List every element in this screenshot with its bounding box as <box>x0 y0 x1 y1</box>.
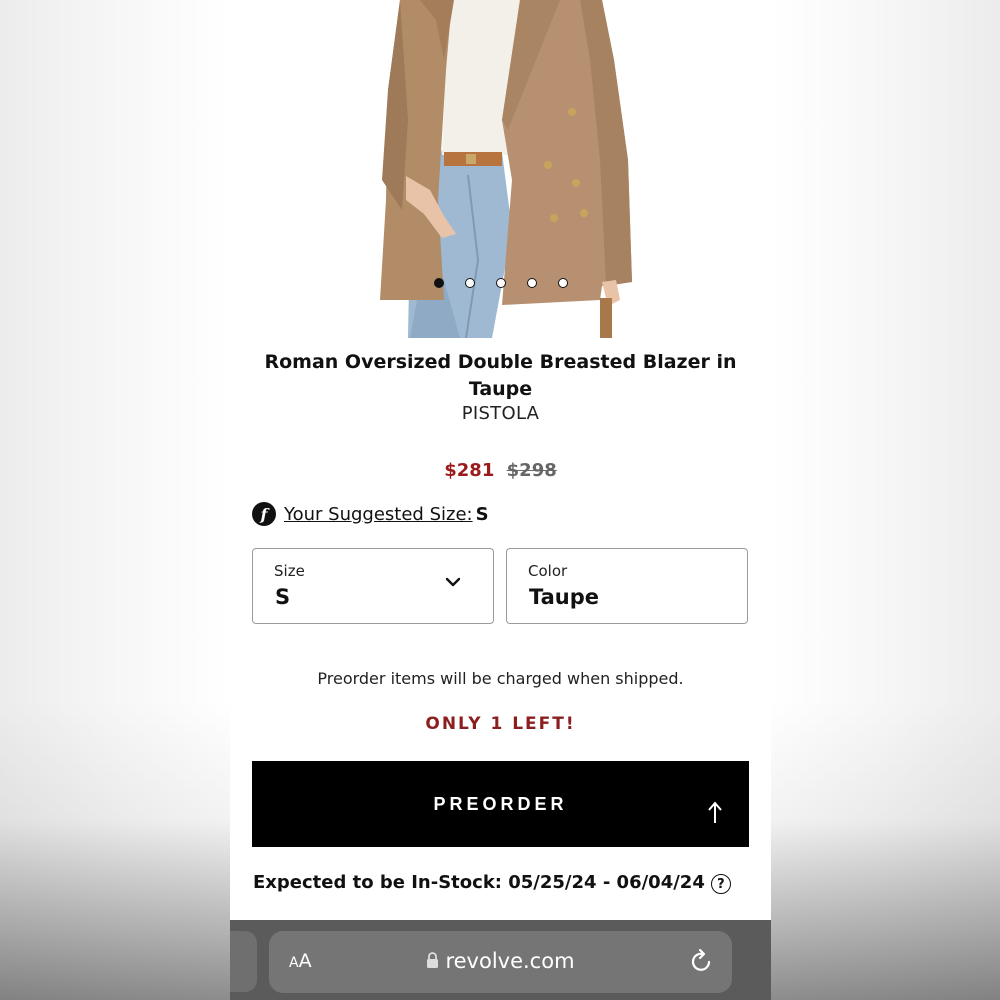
suggested-size-value: S <box>475 503 489 525</box>
carousel-dot-4[interactable] <box>526 278 537 288</box>
arrow-up-icon <box>708 801 722 823</box>
in-stock-date: Expected to be In-Stock: 05/25/24 - 06/0… <box>253 872 705 893</box>
url-text: revolve.com <box>445 949 575 973</box>
carousel-dot-3[interactable] <box>495 278 506 288</box>
phone-screen: Roman Oversized Double Breasted Blazer i… <box>230 0 771 1000</box>
carousel-dot-5[interactable] <box>557 278 568 288</box>
preorder-note: Preorder items will be charged when ship… <box>317 669 684 688</box>
lock-icon <box>427 952 439 968</box>
color-select[interactable]: Color Taupe <box>506 548 748 624</box>
product-brand[interactable]: PISTOLA <box>230 403 771 424</box>
size-select[interactable]: Size S <box>252 548 494 624</box>
carousel-dot-1[interactable] <box>433 278 444 288</box>
preorder-button[interactable]: PREORDER <box>252 761 749 847</box>
carousel-dot-2[interactable] <box>464 278 475 288</box>
in-stock-row: Expected to be In-Stock: 05/25/24 - 06/0… <box>253 871 731 894</box>
previous-tab-stub[interactable] <box>230 931 257 992</box>
suggested-size-row: f Your Suggested Size: S <box>252 501 489 527</box>
size-select-label: Size <box>274 562 305 580</box>
fit-logo-icon: f <box>252 502 276 526</box>
chevron-down-icon <box>445 577 461 587</box>
price-row: $281 $298 <box>230 460 771 481</box>
suggested-size-link[interactable]: Your Suggested Size: <box>284 504 473 525</box>
color-select-label: Color <box>528 562 568 580</box>
product-image[interactable] <box>230 0 771 338</box>
carousel-dots <box>230 278 771 292</box>
sale-price: $281 <box>444 460 495 481</box>
address-bar[interactable]: AA revolve.com <box>269 931 732 993</box>
preorder-button-label: PREORDER <box>433 794 568 814</box>
product-title: Roman Oversized Double Breasted Blazer i… <box>264 351 737 400</box>
reload-icon[interactable] <box>690 948 714 974</box>
stock-left-badge: ONLY 1 LEFT! <box>425 714 576 734</box>
color-select-value: Taupe <box>529 585 600 609</box>
size-select-value: S <box>275 585 291 609</box>
url-display[interactable]: revolve.com <box>269 949 732 973</box>
original-price: $298 <box>506 460 557 481</box>
help-icon[interactable]: ? <box>710 874 731 894</box>
browser-toolbar: AA revolve.com <box>230 920 771 1000</box>
